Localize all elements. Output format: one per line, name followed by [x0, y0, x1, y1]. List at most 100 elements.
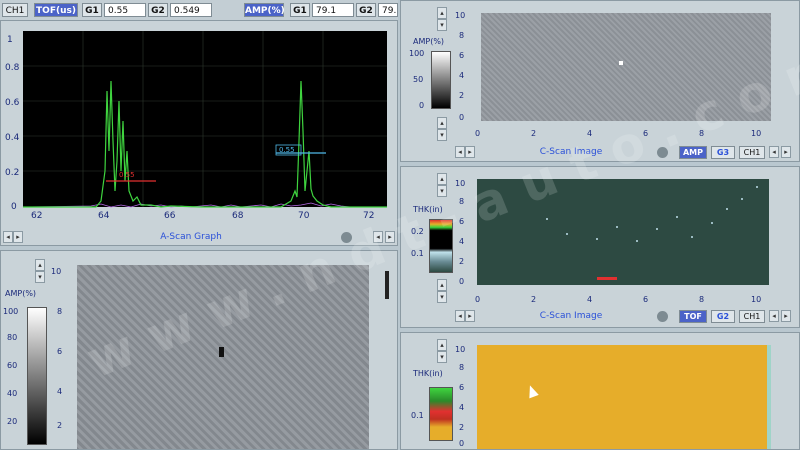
cscan-tof-scroll-down[interactable]: ▾ [437, 185, 447, 197]
cscan-amp-scroll-up[interactable]: ▴ [437, 7, 447, 19]
thk-ytick: 4 [459, 403, 465, 412]
thk-scroll-up[interactable]: ▴ [437, 339, 447, 351]
ascan-settings-icon[interactable] [341, 232, 352, 243]
amp-g1-field[interactable]: 79.1 [312, 3, 354, 17]
ascan-xtick: 68 [232, 211, 244, 221]
cscan-tof-gate-button[interactable]: G2 [711, 310, 735, 323]
cscan-tof-mode-button[interactable]: TOF [679, 310, 707, 323]
cscan-tof-panel: ▴ ▾ THK(in) 0.2 0.1 ▴ ▾ 10 8 6 4 2 0 0 2… [400, 166, 800, 328]
cscan-amp-scroll-down2[interactable]: ▾ [437, 129, 447, 141]
cscan-tof-channel-button[interactable]: CH1 [739, 310, 765, 323]
ascan-ytick: 0.4 [5, 133, 20, 143]
cscan-amp-mode-button[interactable]: AMP [679, 146, 707, 159]
cscan-amp-ytick: 2 [459, 91, 465, 100]
tof-g1-field[interactable]: 0.55 [104, 3, 146, 17]
cscan-tof-settings-icon[interactable] [657, 311, 668, 322]
thk-ytick: 10 [455, 345, 466, 354]
cscan-tof-nav-left[interactable]: ◂ [769, 310, 779, 322]
cscan-amp-ytick: 4 [459, 71, 465, 80]
thk-image [477, 345, 769, 449]
bscan-ytick: 8 [57, 307, 63, 316]
ascan-marker1: 0.55 [119, 171, 135, 179]
cscan-tof-colorbar [429, 219, 453, 273]
cscan-amp-nav-right[interactable]: ▸ [781, 146, 791, 158]
bscan-scale-tick: 60 [7, 361, 18, 370]
bscan-scale-tick: 80 [7, 333, 18, 342]
tof-g2-field[interactable]: 0.549 [170, 3, 212, 17]
bscan-scale-tick: 100 [3, 307, 19, 316]
cscan-amp-image [481, 13, 771, 121]
thk-ytick: 6 [459, 383, 465, 392]
cscan-tof-ytick: 8 [459, 197, 465, 206]
cscan-amp-channel-button[interactable]: CH1 [739, 146, 765, 159]
ascan-xtick: 72 [363, 211, 375, 221]
thk-map-panel: ▴ ▾ THK(in) 0.1 10 8 6 4 2 0 [400, 332, 800, 450]
bscan-colorbar [27, 307, 47, 445]
bscan-scroll-down[interactable]: ▾ [35, 271, 45, 283]
cscan-tof-scale-tick: 0.2 [411, 227, 424, 236]
cscan-tof-xtick: 8 [699, 295, 705, 304]
cscan-amp-scale-label: AMP(%) [413, 37, 445, 46]
cscan-tof-scale-tick: 0.1 [411, 249, 424, 258]
channel-button[interactable]: CH1 [2, 3, 28, 17]
amp-g2-field[interactable]: 79. [378, 3, 398, 17]
ascan-xtick: 70 [298, 211, 310, 221]
ascan-xtick: 66 [164, 211, 176, 221]
bscan-ytick: 6 [57, 347, 63, 356]
cscan-amp-settings-icon[interactable] [657, 147, 668, 158]
cscan-amp-caption: C-Scan Image [539, 147, 603, 157]
cscan-amp-scroll-right[interactable]: ▸ [465, 146, 475, 158]
cscan-amp-xtick: 6 [643, 129, 649, 138]
thk-ytick: 2 [459, 423, 465, 432]
cscan-amp-xtick: 10 [751, 129, 762, 138]
amp-g2-label: G2 [356, 3, 376, 17]
cscan-tof-scroll-up[interactable]: ▴ [437, 173, 447, 185]
cscan-amp-nav-left[interactable]: ◂ [769, 146, 779, 158]
thk-colorbar [429, 387, 453, 441]
bscan-amp-panel: ▴ ▾ AMP(%) 100 80 60 40 20 10 8 6 4 2 [0, 250, 398, 450]
bscan-image [77, 265, 369, 449]
bscan-vscrollbar[interactable] [385, 271, 389, 299]
ascan-panel: 0.55 0.55 1 0.8 0.6 0.4 0.2 0 62 64 66 6… [0, 20, 398, 246]
cscan-tof-xtick: 10 [751, 295, 762, 304]
thk-scroll-down[interactable]: ▾ [437, 351, 447, 363]
ascan-scroll-right2[interactable]: ▸ [385, 231, 395, 243]
cscan-tof-speckles [546, 186, 758, 280]
tof-g2-label: G2 [148, 3, 168, 17]
tof-g1-label: G1 [82, 3, 102, 17]
ascan-scroll-right[interactable]: ▸ [13, 231, 23, 243]
cscan-amp-scroll-down[interactable]: ▾ [437, 19, 447, 31]
bscan-scroll-up[interactable]: ▴ [35, 259, 45, 271]
thk-ytick: 8 [459, 363, 465, 372]
thk-scale-label: THK(in) [413, 369, 443, 378]
cscan-amp-ytick: 6 [459, 51, 465, 60]
ascan-ytick: 0.6 [5, 98, 20, 108]
bscan-ytick: 4 [57, 387, 63, 396]
thk-edge-strip [767, 345, 771, 449]
cscan-amp-scroll-up2[interactable]: ▴ [437, 117, 447, 129]
cscan-tof-xtick: 6 [643, 295, 649, 304]
ascan-scroll-left2[interactable]: ◂ [373, 231, 383, 243]
cscan-tof-ytick: 6 [459, 217, 465, 226]
bscan-scale-tick: 20 [7, 417, 18, 426]
ascan-ytick: 0.2 [5, 168, 20, 178]
bscan-scale-label: AMP(%) [5, 289, 37, 298]
cscan-tof-nav-right[interactable]: ▸ [781, 310, 791, 322]
cscan-tof-scroll-left[interactable]: ◂ [455, 310, 465, 322]
cscan-amp-gate-button[interactable]: G3 [711, 146, 735, 159]
ascan-ytick: 0.8 [5, 63, 20, 73]
ascan-marker2: 0.55 [279, 146, 295, 154]
cscan-tof-ytick: 10 [455, 179, 466, 188]
cscan-tof-scroll-up2[interactable]: ▴ [437, 279, 447, 291]
cscan-amp-panel: ▴ ▾ AMP(%) 100 50 0 ▴ ▾ 10 8 6 4 2 0 0 2… [400, 0, 800, 162]
cscan-amp-scale-tick: 100 [409, 49, 425, 58]
top-toolbar: CH1 TOF(us) G1 0.55 G2 0.549 AMP(%) G1 7… [0, 0, 398, 21]
cscan-tof-scroll-down2[interactable]: ▾ [437, 291, 447, 303]
cscan-tof-scale-label: THK(in) [413, 205, 443, 214]
bscan-scale-tick: 40 [7, 389, 18, 398]
cscan-amp-scale-tick: 0 [419, 101, 425, 110]
ascan-scroll-left[interactable]: ◂ [3, 231, 13, 243]
ascan-ytick: 0 [11, 202, 17, 212]
cscan-amp-scroll-left[interactable]: ◂ [455, 146, 465, 158]
cscan-tof-scroll-right[interactable]: ▸ [465, 310, 475, 322]
